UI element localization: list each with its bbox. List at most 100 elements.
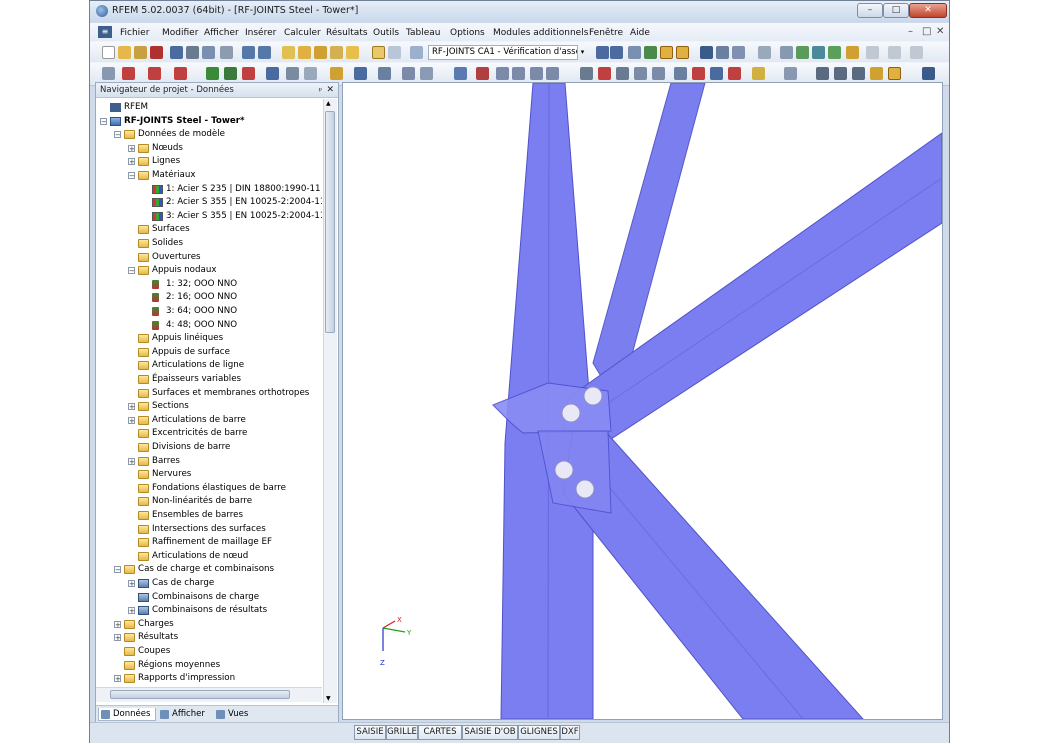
guide-line-icon[interactable] [728,67,741,80]
arrange-icon[interactable] [866,46,879,59]
zoom-window-icon[interactable] [598,67,611,80]
view-x-icon[interactable] [454,67,467,80]
document-menu-icon[interactable]: ≡ [98,26,112,38]
graphics-viewport[interactable]: X Y Z [342,82,943,720]
load-icon[interactable] [242,67,255,80]
mirror-icon[interactable] [304,67,317,80]
display-options-icon[interactable] [784,67,797,80]
menu-modifier[interactable]: Modifier [162,28,198,38]
menu-afficher[interactable]: Afficher [204,28,239,38]
open-folder-icon[interactable] [134,46,147,59]
snap-object-icon[interactable] [852,67,865,80]
scroll-up-icon[interactable]: ▲ [326,100,331,107]
new-file-icon[interactable] [102,46,115,59]
expand-icon[interactable]: + [128,416,135,424]
solid-tool-icon[interactable] [812,46,825,59]
orbit-icon[interactable] [652,67,665,80]
hinge-icon[interactable] [224,67,237,80]
view-iso-icon[interactable] [512,67,525,80]
support-icon[interactable] [206,67,219,80]
rfem-app-icon[interactable] [96,5,108,17]
dimension-line-icon[interactable] [692,67,705,80]
split-view-icon[interactable] [910,46,923,59]
previous-case-icon[interactable] [596,46,609,59]
view-grid-icon[interactable] [846,46,859,59]
bolt-1[interactable] [583,386,603,406]
status-grille-button[interactable]: GRILLE [386,725,418,740]
status-saisie-objet-button[interactable]: SAISIE D'OB [462,725,518,740]
mdi-close-button[interactable]: ✕ [936,26,944,37]
results-display-icon[interactable] [660,46,673,59]
collapse-icon[interactable]: − [128,172,135,180]
tab-donnees[interactable]: Données [98,708,156,721]
tools-icon[interactable] [150,46,163,59]
tab-afficher[interactable]: Afficher [158,708,214,721]
collapse-icon[interactable]: − [128,267,135,275]
move-icon[interactable] [266,67,279,80]
navigator-close-icon[interactable]: ✕ [326,83,334,98]
menu-tableau[interactable]: Tableau [406,28,441,38]
node-icon[interactable] [122,67,135,80]
menu-resultats[interactable]: Résultats [326,28,368,38]
status-dxf-button[interactable]: DXF [560,725,580,740]
line-tool-icon[interactable] [780,46,793,59]
expand-icon[interactable]: + [114,620,121,628]
tables-toggle-icon[interactable] [388,46,401,59]
numbering-icon[interactable] [710,67,723,80]
navigator-horizontal-scrollbar[interactable] [96,687,322,702]
expand-icon[interactable]: + [114,675,121,683]
navigator-toggle-icon[interactable] [372,46,385,59]
open-icon[interactable] [118,46,131,59]
collapse-icon[interactable]: − [114,131,121,139]
visibility-icon[interactable] [378,67,391,80]
edit-icon[interactable] [282,46,295,59]
vertical-scroll-thumb[interactable] [325,111,335,333]
member-results-icon[interactable] [716,46,729,59]
values-display-icon[interactable] [676,46,689,59]
mdi-restore-button[interactable]: □ [922,26,931,37]
load-case-dropdown-arrow[interactable]: ▾ [578,45,587,60]
collapse-icon[interactable]: − [114,566,121,574]
menu-options[interactable]: Options [450,28,485,38]
line-icon[interactable] [148,67,161,80]
rotate-icon[interactable] [286,67,299,80]
wireframe-icon[interactable] [674,67,687,80]
bolt-4[interactable] [575,479,595,499]
scroll-down-icon[interactable]: ▼ [326,695,331,702]
pan-icon[interactable] [634,67,647,80]
load-case-selector[interactable]: RF-JOINTS CA1 - Vérification d'assemb [428,45,578,60]
next-case-icon[interactable] [610,46,623,59]
expand-icon[interactable]: + [114,634,121,642]
work-plane-icon[interactable] [870,67,883,80]
table-icon[interactable] [330,46,343,59]
render-icon[interactable] [354,67,367,80]
view-filter-icon[interactable] [402,67,415,80]
bolt-3[interactable] [554,460,574,480]
expand-icon[interactable]: + [128,457,135,465]
expand-icon[interactable]: + [128,607,135,615]
member-icon[interactable] [174,67,187,80]
navigator-vertical-scrollbar[interactable]: ▲ ▼ [323,99,337,703]
grid-results-icon[interactable] [732,46,745,59]
collapse-icon[interactable]: − [100,117,107,125]
report-icon[interactable] [220,46,233,59]
mdi-minimize-button[interactable]: – [908,26,913,37]
zoom-all-icon[interactable] [580,67,593,80]
show-results-icon[interactable] [628,46,641,59]
print-icon[interactable] [186,46,199,59]
menu-modules-additionnels[interactable]: Modules additionnels [493,28,588,38]
undo-icon[interactable] [242,46,255,59]
view-side-icon[interactable] [546,67,559,80]
section-icon[interactable] [330,67,343,80]
status-cartes-button[interactable]: CARTES [418,725,462,740]
surface-tool-icon[interactable] [796,46,809,59]
expand-icon[interactable]: + [128,403,135,411]
maximize-button[interactable]: □ [883,3,909,18]
section-view-icon[interactable] [700,46,713,59]
model-3d-view[interactable]: X Y Z [343,83,942,719]
menu-outils[interactable]: Outils [373,28,399,38]
module-icon[interactable] [346,46,359,59]
close-button[interactable]: ✕ [909,3,947,18]
status-saisie-button[interactable]: SAISIE [354,725,386,740]
window-layout-icon[interactable] [888,46,901,59]
